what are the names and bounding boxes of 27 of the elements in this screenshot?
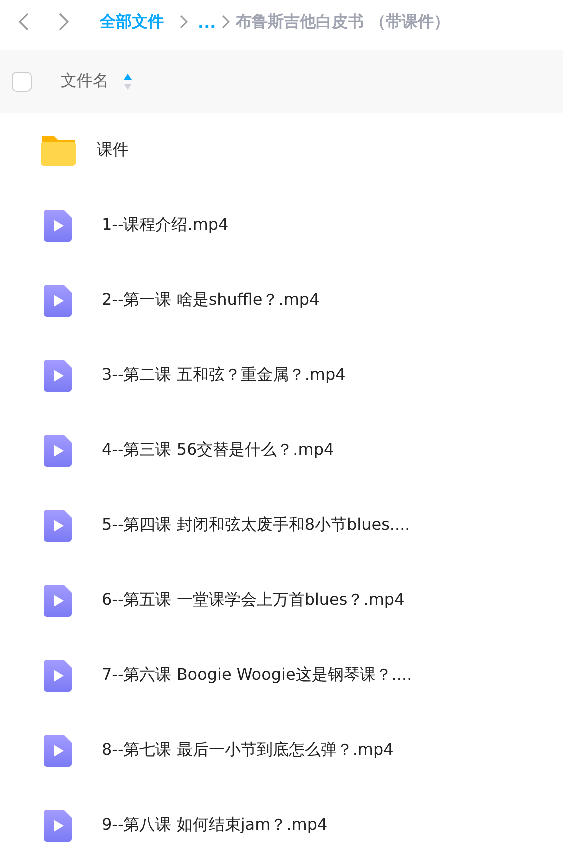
- folder-icon: [40, 134, 77, 167]
- file-name[interactable]: 课件: [97, 140, 129, 161]
- file-name[interactable]: 8--第七课 最后一小节到底怎么弹？.mp4: [102, 740, 394, 761]
- video-file-icon: [44, 734, 72, 766]
- file-name[interactable]: 2--第一课 啥是shuffle？.mp4: [102, 290, 320, 311]
- file-name[interactable]: 4--第三课 56交替是什么？.mp4: [102, 440, 334, 461]
- file-name[interactable]: 1--课程介绍.mp4: [102, 215, 229, 236]
- file-name[interactable]: 6--第五课 一堂课学会上万首blues？.mp4: [102, 590, 405, 611]
- file-name[interactable]: 5--第四课 封闭和弦太废手和8小节blues....: [102, 515, 410, 536]
- video-file-icon: [44, 660, 72, 692]
- video-file-icon: [44, 510, 72, 542]
- chevron-icon: [180, 15, 188, 29]
- column-title[interactable]: 文件名: [61, 71, 109, 92]
- sort-icon[interactable]: [123, 72, 133, 90]
- video-file-icon: [44, 210, 72, 242]
- video-file-icon: [44, 284, 72, 316]
- select-all-checkbox[interactable]: [12, 72, 32, 92]
- chevron-icon: [222, 15, 230, 29]
- video-file-icon: [44, 810, 72, 842]
- file-name[interactable]: 3--第二课 五和弦？重金属？.mp4: [102, 365, 346, 386]
- video-file-icon: [44, 434, 72, 466]
- forward-icon: [58, 12, 70, 32]
- file-name[interactable]: 7--第六课 Boogie Woogie这是钢琴课？....: [102, 665, 412, 686]
- video-file-icon: [44, 360, 72, 392]
- video-file-icon: [44, 584, 72, 616]
- file-name[interactable]: 9--第八课 如何结束jam？.mp4: [102, 815, 328, 836]
- back-icon: [18, 12, 30, 32]
